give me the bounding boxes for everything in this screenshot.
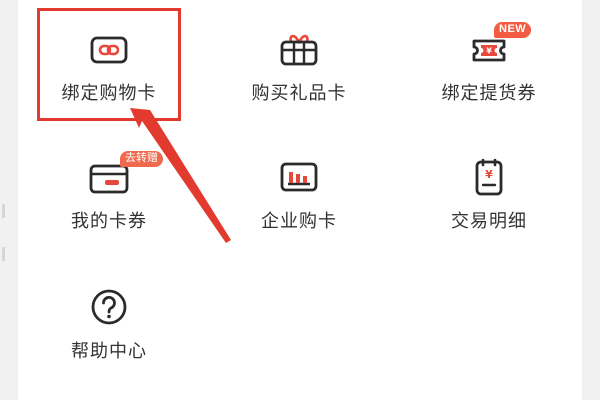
edge-mark <box>2 247 5 261</box>
menu-item-label: 购买礼品卡 <box>251 83 347 104</box>
menu-item-label: 交易明细 <box>451 211 527 232</box>
menu-item-my-cards[interactable]: 去转赠 我的卡券 <box>34 151 184 256</box>
svg-text:¥: ¥ <box>486 47 492 56</box>
receipt-icon: ¥ <box>467 156 511 200</box>
menu-item-label: 帮助中心 <box>71 341 147 362</box>
menu-item-bind-voucher[interactable]: ¥ NEW 绑定提货券 <box>414 22 564 128</box>
edge-mark <box>2 204 5 218</box>
svg-text:¥: ¥ <box>485 168 493 181</box>
menu-item-transactions[interactable]: ¥ 交易明细 <box>414 156 564 256</box>
transfer-badge: 去转赠 <box>120 151 163 167</box>
menu-item-help[interactable]: 帮助中心 <box>34 286 184 386</box>
menu-item-buy-gift-card[interactable]: 购买礼品卡 <box>224 28 374 128</box>
highlight-box <box>37 8 181 121</box>
new-badge: NEW <box>494 22 532 38</box>
menu-item-label: 我的卡券 <box>71 211 147 232</box>
menu-item-label: 企业购卡 <box>261 211 337 232</box>
menu-item-enterprise-buy[interactable]: 企业购卡 <box>224 156 374 256</box>
gift-card-icon <box>277 28 321 72</box>
enterprise-card-icon <box>277 156 321 200</box>
menu-item-label: 绑定提货券 <box>441 83 537 104</box>
help-question-icon <box>87 286 131 330</box>
card-service-screen: 绑定购物卡 购买礼品卡 ¥ NEW 绑定提货券 去转赠 我的卡券 企业购卡 ¥ … <box>0 0 600 400</box>
